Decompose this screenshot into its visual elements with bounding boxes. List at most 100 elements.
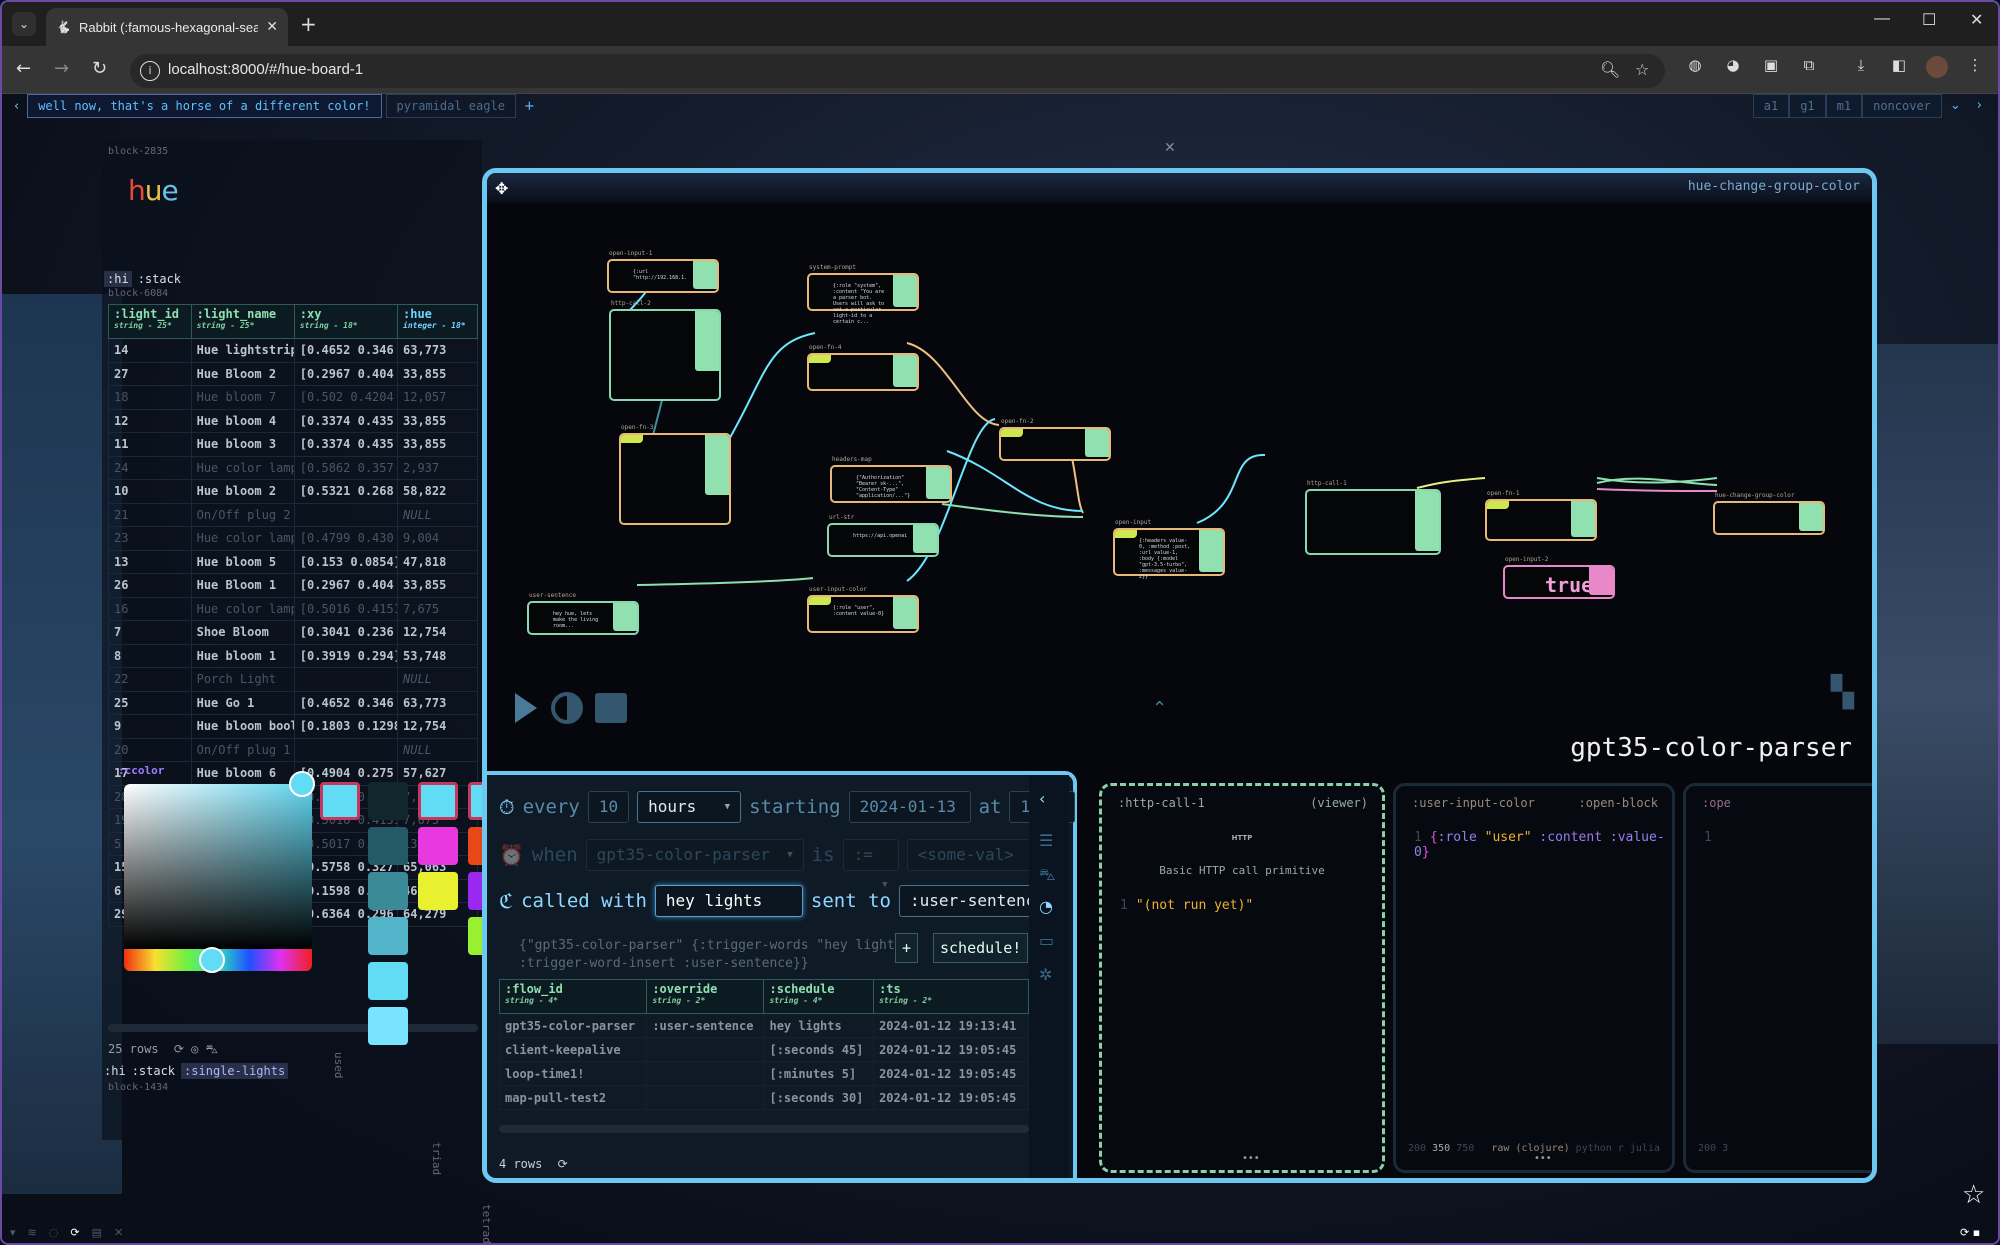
- zoom-icon[interactable]: 🔍︎: [1600, 60, 1620, 79]
- bookmark-star-icon[interactable]: ☆: [1635, 60, 1649, 79]
- flow-node[interactable]: open-fn-1: [1485, 490, 1597, 541]
- table-row[interactable]: 26 Hue Bloom 1 [0.2967 0.404 33,855: [108, 573, 478, 598]
- view-tab-noncover[interactable]: noncover: [1862, 94, 1942, 118]
- trigger-words-input[interactable]: hey lights: [654, 885, 803, 917]
- column-header[interactable]: :hue integer - 18*: [397, 304, 478, 339]
- swatch-used[interactable]: [320, 782, 360, 820]
- close-block-icon[interactable]: ✕: [1164, 140, 1176, 156]
- table-row[interactable]: 22 Porch Light NULL: [108, 667, 478, 692]
- close-tab-icon[interactable]: ✕: [266, 19, 278, 35]
- board-tab-active[interactable]: well now, that's a horse of a different …: [27, 94, 382, 118]
- size-option[interactable]: 200: [1408, 1143, 1426, 1154]
- column-header[interactable]: :override string - 2*: [646, 979, 765, 1014]
- site-info-icon[interactable]: i: [140, 61, 160, 81]
- swatch-shade[interactable]: [368, 962, 408, 1000]
- schedule-button[interactable]: schedule!: [933, 933, 1029, 963]
- node-output-ports[interactable]: [613, 603, 637, 631]
- node-input-ports[interactable]: [1115, 530, 1137, 538]
- flow-node[interactable]: user-sentence hey hue, lets make the livi…: [527, 592, 639, 635]
- table-row[interactable]: 24 Hue color lamp [0.5862 0.357 2,937: [108, 455, 478, 480]
- operator-select[interactable]: := ▼: [842, 839, 899, 890]
- node-output-ports[interactable]: [893, 355, 917, 387]
- column-header[interactable]: :ts string - 2*: [873, 979, 1029, 1014]
- node-input-ports[interactable]: [1487, 501, 1509, 509]
- table-row[interactable]: gpt35-color-parser:user-sentence hey ligh…: [498, 1013, 1029, 1038]
- flow-node[interactable]: open-fn-3: [619, 424, 731, 525]
- scheduler-clock-icon[interactable]: ◔: [1039, 897, 1053, 916]
- node-input-ports[interactable]: [621, 435, 643, 443]
- add-board-tab-button[interactable]: +: [520, 99, 539, 114]
- more-icon[interactable]: •••: [1242, 1153, 1260, 1164]
- node-output-ports[interactable]: [1085, 429, 1109, 457]
- node-input-ports[interactable]: [809, 597, 831, 605]
- hi-tag[interactable]: :hi: [104, 271, 132, 287]
- size-option[interactable]: 750: [1456, 1143, 1474, 1154]
- view-tab-m1[interactable]: m1: [1825, 94, 1863, 118]
- node-input-ports[interactable]: [1001, 429, 1023, 437]
- flow-node[interactable]: open-input-2 true: [1503, 556, 1615, 599]
- node-output-ports[interactable]: [1589, 567, 1613, 595]
- sync-icon[interactable]: ⟳: [70, 1226, 79, 1239]
- saturation-value-handle[interactable]: [289, 771, 315, 797]
- add-schedule-button[interactable]: +: [895, 933, 919, 963]
- tabs-prev-icon[interactable]: ‹: [10, 99, 23, 114]
- shapes-icon[interactable]: ⛍: [206, 1042, 218, 1056]
- pin-icon[interactable]: ▾: [10, 1226, 16, 1239]
- play-icon[interactable]: [515, 693, 537, 723]
- save-icon[interactable]: ▪: [1973, 1226, 1980, 1239]
- column-header[interactable]: :schedule string - 4*: [763, 979, 875, 1014]
- node-output-ports[interactable]: [693, 261, 717, 289]
- reload-button[interactable]: ↻: [92, 58, 107, 79]
- collapse-chevron-icon[interactable]: ‹: [1039, 789, 1045, 808]
- swatch-shade[interactable]: [368, 872, 408, 910]
- table-row[interactable]: 7 Shoe Bloom [0.3041 0.236 12,754: [108, 620, 478, 645]
- node-output-ports[interactable]: [893, 275, 917, 307]
- shapes-icon[interactable]: ⛍: [1039, 865, 1056, 886]
- board-tab-inactive[interactable]: pyramidal eagle: [385, 94, 516, 118]
- downloads-icon[interactable]: ⤓: [1850, 56, 1872, 78]
- node-output-ports[interactable]: [893, 597, 917, 629]
- swatch-shade[interactable]: [368, 1007, 408, 1045]
- bug-icon[interactable]: ✲: [1039, 965, 1052, 984]
- flow-node[interactable]: open-input-1 {:url "http://192.168.1.1/ap…: [607, 250, 719, 293]
- table-row[interactable]: 10 Hue bloom 2 [0.5321 0.268 58,822: [108, 479, 478, 504]
- refresh-icon[interactable]: ⟳: [174, 1042, 184, 1056]
- every-value-input[interactable]: 10: [587, 791, 630, 823]
- view-tabs-dropdown-icon[interactable]: ⌄: [1942, 94, 1969, 118]
- schedules-scrollbar[interactable]: [499, 1125, 1029, 1133]
- table-row[interactable]: 9 Hue bloom bool [0.1803 0.1298 12,754: [108, 714, 478, 739]
- table-row[interactable]: 25 Hue Go 1 [0.4652 0.346 63,773: [108, 690, 478, 715]
- refresh-icon[interactable]: ⟳: [558, 1157, 568, 1171]
- view-tab-a1[interactable]: a1: [1752, 94, 1790, 118]
- flow-node[interactable]: http-call-2: [609, 300, 721, 401]
- table-row[interactable]: 18 Hue bloom 7 [0.502 0.4204 12,057: [108, 385, 478, 410]
- table-row[interactable]: 27 Hue Bloom 2 [0.2967 0.404 33,855: [108, 361, 478, 386]
- swatch-triad[interactable]: [418, 782, 458, 820]
- swatch-shade[interactable]: [368, 827, 408, 865]
- chevron-up-icon[interactable]: ⌃: [1152, 698, 1167, 719]
- favorite-star-icon[interactable]: ☆: [1962, 1180, 1985, 1210]
- node-output-ports[interactable]: [1415, 491, 1439, 551]
- close-window-button[interactable]: ✕: [1970, 10, 1983, 30]
- single-lights-tag[interactable]: :single-lights: [181, 1063, 289, 1079]
- node-input-ports[interactable]: [809, 355, 831, 363]
- swatch-shade[interactable]: [368, 917, 408, 955]
- size-option[interactable]: 350: [1432, 1143, 1450, 1154]
- flow-node[interactable]: open-fn-2: [999, 418, 1111, 461]
- hide-icon[interactable]: ◌: [49, 1226, 59, 1239]
- node-output-ports[interactable]: [705, 435, 729, 495]
- window-extension-icon[interactable]: ▣: [1760, 56, 1782, 78]
- table-row[interactable]: loop-time1! [:minutes 5] 2024-01-12 19:05:…: [498, 1061, 1029, 1086]
- schedule-clock-icon[interactable]: [551, 692, 583, 724]
- flow-node[interactable]: url-str https://api.openai.com/v1/chat/co…: [827, 514, 939, 557]
- panel-icon[interactable]: ▭: [1039, 931, 1054, 950]
- swatch-triad[interactable]: [418, 827, 458, 865]
- spy-extension-icon[interactable]: ◕: [1722, 56, 1744, 78]
- when-flow-select[interactable]: gpt35-color-parser ▼: [585, 839, 804, 871]
- flow-node[interactable]: headers-map {"Authorization" "Bearer sk-.…: [830, 456, 952, 503]
- table-row[interactable]: 21 On/Off plug 2 NULL: [108, 502, 478, 527]
- view-tab-g1[interactable]: g1: [1789, 94, 1826, 118]
- lang-option[interactable]: python: [1576, 1143, 1612, 1154]
- panel-icon[interactable]: ▤: [92, 1226, 102, 1239]
- password-extension-icon[interactable]: ◍: [1684, 56, 1706, 78]
